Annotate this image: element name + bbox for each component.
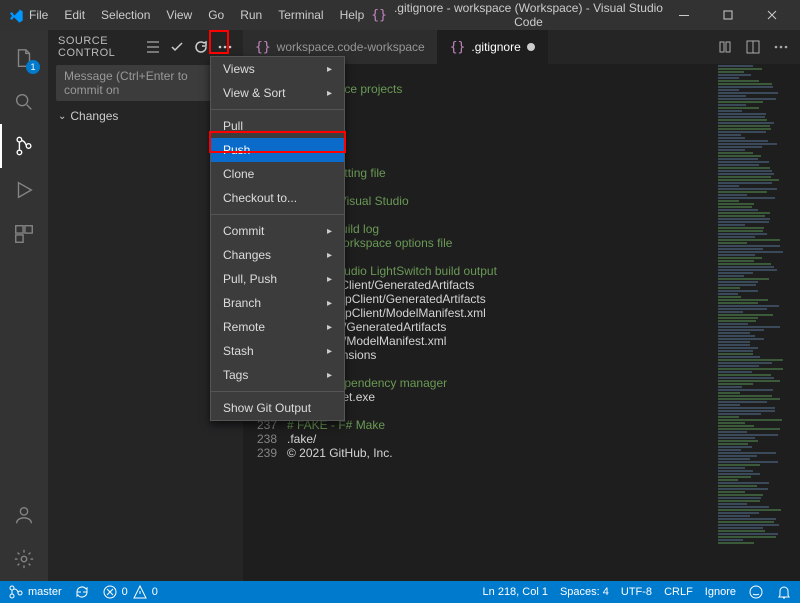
minimap[interactable] <box>716 64 786 581</box>
close-button[interactable] <box>752 0 792 30</box>
menu-selection[interactable]: Selection <box>94 4 157 26</box>
status-linecol[interactable]: Ln 218, Col 1 <box>483 586 548 598</box>
modified-dot-icon <box>527 43 535 51</box>
menu-item-pull[interactable]: Pull <box>211 114 344 138</box>
status-branch[interactable]: master <box>8 584 62 600</box>
menu-item-commit[interactable]: Commit▸ <box>211 219 344 243</box>
more-editor-icon[interactable] <box>772 38 790 56</box>
search-icon[interactable] <box>0 80 48 124</box>
title-bar: File Edit Selection View Go Run Terminal… <box>0 0 800 30</box>
status-encoding[interactable]: UTF-8 <box>621 586 652 598</box>
menu-item-clone[interactable]: Clone <box>211 162 344 186</box>
compare-icon[interactable] <box>716 38 734 56</box>
status-problems[interactable]: 0 0 <box>102 584 158 600</box>
status-language[interactable]: Ignore <box>705 586 736 598</box>
menu-item-view-sort[interactable]: View & Sort▸ <box>211 81 344 105</box>
json-file-icon: {} <box>255 40 271 55</box>
account-icon[interactable] <box>0 493 48 537</box>
window-title: {} .gitignore - workspace (Workspace) - … <box>371 1 664 29</box>
chevron-right-icon: ▸ <box>327 250 332 261</box>
chevron-right-icon: ▸ <box>327 298 332 309</box>
more-actions-icon[interactable] <box>217 36 233 58</box>
error-count: 0 <box>122 586 128 598</box>
gitignore-file-icon: {} <box>450 40 466 55</box>
menu-separator <box>211 109 344 110</box>
source-control-title: SOURCE CONTROL <box>58 35 137 59</box>
menu-separator <box>211 214 344 215</box>
menu-item-views[interactable]: Views▸ <box>211 57 344 81</box>
maximize-button[interactable] <box>708 0 748 30</box>
chevron-right-icon: ▸ <box>327 346 332 357</box>
chevron-right-icon: ▸ <box>327 226 332 237</box>
chevron-right-icon: ▸ <box>327 88 332 99</box>
changes-label: Changes <box>70 109 118 123</box>
menu-edit[interactable]: Edit <box>57 4 92 26</box>
menu-run[interactable]: Run <box>233 4 269 26</box>
menu-item-pull-push[interactable]: Pull, Push▸ <box>211 267 344 291</box>
menu-item-checkout[interactable]: Checkout to... <box>211 186 344 210</box>
chevron-right-icon: ▸ <box>327 322 332 333</box>
menu-item-push[interactable]: Push <box>211 138 344 162</box>
source-control-icon[interactable] <box>0 124 48 168</box>
view-tree-icon[interactable] <box>145 36 161 58</box>
warning-count: 0 <box>152 586 158 598</box>
status-feedback-icon[interactable] <box>748 584 764 600</box>
vscode-logo-icon <box>8 8 22 22</box>
activity-bar: 1 <box>0 30 48 581</box>
split-editor-icon[interactable] <box>744 38 762 56</box>
menu-go[interactable]: Go <box>201 4 231 26</box>
branch-name: master <box>28 586 62 598</box>
settings-gear-icon[interactable] <box>0 537 48 581</box>
menu-bar: File Edit Selection View Go Run Terminal… <box>22 4 371 26</box>
menu-item-remote[interactable]: Remote▸ <box>211 315 344 339</box>
chevron-down-icon: ⌄ <box>58 111 66 122</box>
status-bell-icon[interactable] <box>776 584 792 600</box>
chevron-right-icon: ▸ <box>327 370 332 381</box>
menu-item-stash[interactable]: Stash▸ <box>211 339 344 363</box>
menu-item-branch[interactable]: Branch▸ <box>211 291 344 315</box>
menu-terminal[interactable]: Terminal <box>271 4 330 26</box>
extensions-icon[interactable] <box>0 212 48 256</box>
commit-message-input[interactable]: Message (Ctrl+Enter to commit on <box>56 65 235 101</box>
menu-item-show-git-output[interactable]: Show Git Output <box>211 396 344 420</box>
menu-help[interactable]: Help <box>333 4 372 26</box>
tab-label: .gitignore <box>471 40 520 54</box>
editor-actions <box>706 30 800 64</box>
minimize-button[interactable] <box>664 0 704 30</box>
menu-separator <box>211 391 344 392</box>
tab-label: workspace.code-workspace <box>277 40 425 54</box>
menu-file[interactable]: File <box>22 4 55 26</box>
chevron-right-icon: ▸ <box>327 274 332 285</box>
menu-item-changes[interactable]: Changes▸ <box>211 243 344 267</box>
source-control-context-menu: Views▸ View & Sort▸ Pull Push Clone Chec… <box>210 56 345 421</box>
menu-view[interactable]: View <box>159 4 199 26</box>
refresh-icon[interactable] <box>193 36 209 58</box>
file-icon: {} <box>371 8 387 23</box>
window-controls <box>664 0 792 30</box>
explorer-badge: 1 <box>26 60 40 74</box>
status-bar: master 0 0 Ln 218, Col 1 Spaces: 4 UTF-8… <box>0 581 800 603</box>
explorer-icon[interactable]: 1 <box>0 36 48 80</box>
status-sync[interactable] <box>74 584 90 600</box>
chevron-right-icon: ▸ <box>327 64 332 75</box>
commit-check-icon[interactable] <box>169 36 185 58</box>
window-title-text: .gitignore - workspace (Workspace) - Vis… <box>393 1 664 29</box>
run-debug-icon[interactable] <box>0 168 48 212</box>
menu-item-tags[interactable]: Tags▸ <box>211 363 344 387</box>
tab-gitignore[interactable]: {} .gitignore <box>438 30 548 64</box>
status-spaces[interactable]: Spaces: 4 <box>560 586 609 598</box>
status-eol[interactable]: CRLF <box>664 586 693 598</box>
